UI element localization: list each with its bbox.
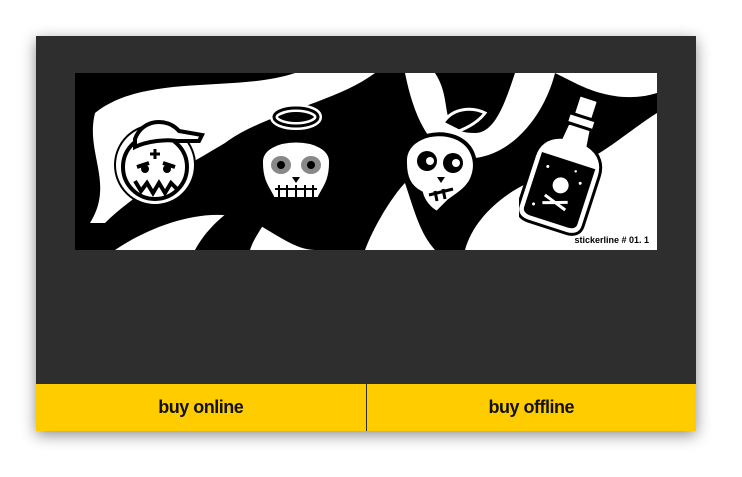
buy-online-button[interactable]: buy online	[36, 384, 366, 431]
product-card: stickerline # 01. 1 buy online buy offli…	[36, 36, 696, 431]
buy-actions: buy online buy offline	[36, 384, 696, 431]
winged-skull-icon	[402, 107, 488, 216]
sticker-banner: stickerline # 01. 1	[75, 73, 657, 250]
poison-bottle-icon	[519, 93, 603, 236]
cap-kid-face-icon	[114, 119, 205, 206]
buy-offline-button[interactable]: buy offline	[367, 384, 697, 431]
sticker-line-caption: stickerline # 01. 1	[574, 235, 649, 245]
halo-skull-icon	[258, 104, 334, 201]
